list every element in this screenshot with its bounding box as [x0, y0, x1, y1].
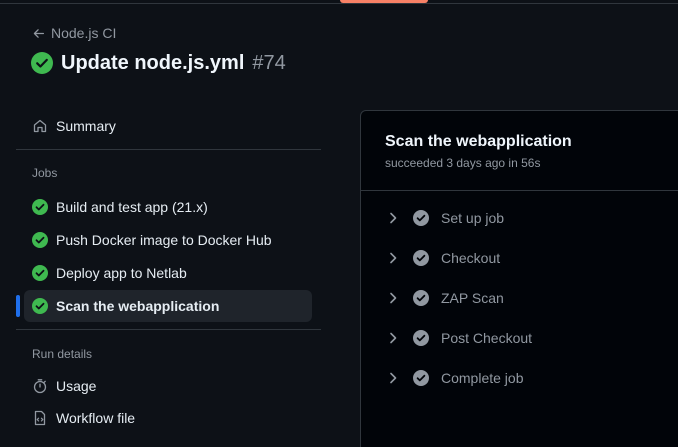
panel-divider: [361, 190, 678, 191]
home-icon: [33, 119, 47, 133]
chevron-right-icon: [390, 252, 397, 264]
sidebar-item-usage[interactable]: Usage: [24, 370, 312, 402]
success-check-icon: [32, 199, 48, 215]
run-number: #74: [252, 51, 286, 74]
active-tab-underline: [340, 0, 428, 3]
file-code-icon: [34, 410, 46, 426]
sidebar-item-workflow-file[interactable]: Workflow file: [24, 402, 312, 434]
job-step[interactable]: ZAP Scan: [377, 282, 677, 314]
sidebar-item-label: Workflow file: [56, 410, 136, 426]
chevron-right-icon: [390, 372, 397, 384]
check-circle-icon: [413, 250, 429, 266]
success-check-icon: [32, 232, 48, 248]
success-check-icon: [32, 298, 48, 314]
sidebar-item-job-selected[interactable]: Scan the webapplication: [16, 290, 312, 322]
sidebar-item-label: Push Docker image to Docker Hub: [56, 232, 272, 248]
sidebar-item-label: Deploy app to Netlab: [56, 265, 187, 281]
job-step[interactable]: Set up job: [377, 202, 677, 234]
job-log-panel: Scan the webapplication succeeded 3 days…: [360, 110, 678, 447]
job-step[interactable]: Complete job: [377, 362, 677, 394]
job-step[interactable]: Checkout: [377, 242, 677, 274]
step-label: Checkout: [441, 250, 501, 266]
page-title: Update node.js.yml #74: [31, 50, 286, 76]
chevron-right-icon: [390, 332, 397, 344]
check-circle-icon: [413, 330, 429, 346]
sidebar-item-label: Summary: [56, 118, 116, 134]
step-label: Set up job: [441, 210, 505, 226]
job-step[interactable]: Post Checkout: [377, 322, 677, 354]
back-link-label: Node.js CI: [51, 25, 117, 41]
success-check-icon: [32, 265, 48, 281]
sidebar-item-label: Usage: [56, 378, 97, 394]
step-label: ZAP Scan: [441, 290, 504, 306]
chevron-right-icon: [390, 292, 397, 304]
chevron-right-icon: [390, 212, 397, 224]
sidebar-divider: [16, 329, 321, 330]
success-check-icon: [31, 52, 53, 74]
sidebar-item-summary[interactable]: Summary: [24, 110, 312, 142]
sidebar-item-job[interactable]: Push Docker image to Docker Hub: [24, 224, 312, 256]
run-details-heading: Run details: [32, 347, 93, 361]
sidebar-item-job[interactable]: Deploy app to Netlab: [24, 257, 312, 289]
sidebar-divider: [16, 149, 321, 150]
sidebar-item-job[interactable]: Build and test app (21.x): [24, 191, 312, 223]
job-title: Scan the webapplication: [385, 133, 572, 150]
check-circle-icon: [413, 210, 429, 226]
jobs-heading: Jobs: [32, 166, 58, 180]
step-label: Post Checkout: [441, 330, 533, 346]
check-circle-icon: [413, 370, 429, 386]
step-label: Complete job: [441, 370, 524, 386]
sidebar-item-label: Build and test app (21.x): [56, 199, 208, 215]
stopwatch-icon: [33, 379, 47, 394]
back-to-workflow-link[interactable]: Node.js CI: [32, 24, 116, 42]
job-status-subtitle: succeeded 3 days ago in 56s: [385, 156, 541, 170]
check-circle-icon: [413, 290, 429, 306]
arrow-left-icon: [33, 28, 45, 38]
sidebar-item-label: Scan the webapplication: [56, 298, 220, 314]
top-nav-bar: [0, 0, 678, 4]
run-title: Update node.js.yml: [61, 51, 245, 74]
